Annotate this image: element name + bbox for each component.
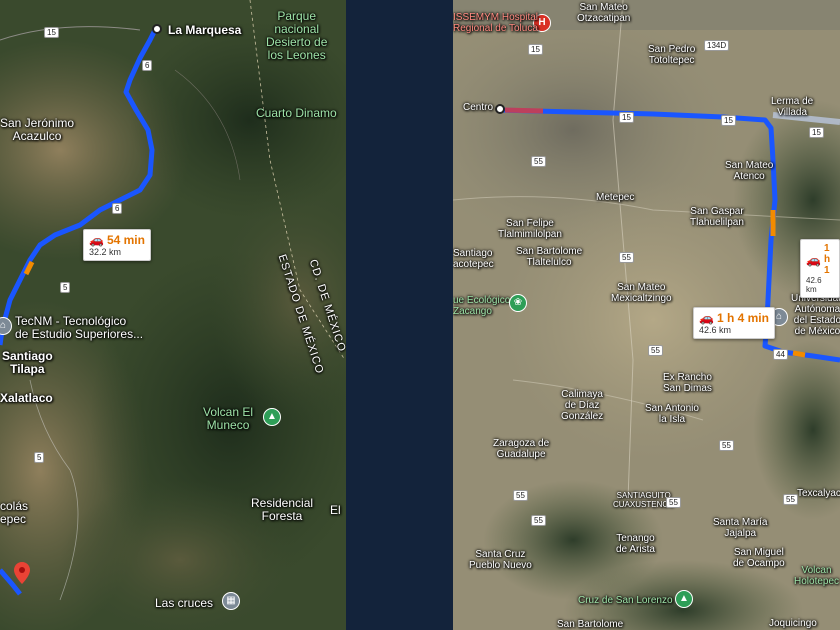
place-centro: Centro xyxy=(463,102,494,113)
place-joquicingo: Joquicingo xyxy=(769,618,817,629)
place-metepec: Metepec xyxy=(596,192,635,203)
road-shield: 5 xyxy=(60,282,71,293)
road-shield: 15 xyxy=(44,27,59,38)
place-san-antonio: San Antonio la Isla xyxy=(645,403,699,425)
place-xalatlaco: Xalatlaco xyxy=(0,391,53,405)
place-colas: colás epec xyxy=(0,499,29,526)
road-shield: 55 xyxy=(531,156,546,167)
car-icon: 🚗 xyxy=(89,233,104,247)
road-shield: 55 xyxy=(719,440,734,451)
alt-route-info-bubble[interactable]: 🚗 1 h 1 42.6 km xyxy=(800,239,840,298)
road-shield: 15 xyxy=(809,127,824,138)
place-san-jeronimo: San Jerónimo Acazulco xyxy=(0,116,75,143)
route-time: 1 h 4 min xyxy=(716,311,769,325)
mountain-icon[interactable]: ▲ xyxy=(675,590,693,608)
place-san-gaspar: San Gaspar Tlahuelilpan xyxy=(690,206,744,228)
place-calimaya: Calimaya de Díaz González xyxy=(561,389,604,422)
road-shield: 134D xyxy=(704,40,730,51)
place-tecnm[interactable]: TecNM - Tecnológico de Estudio Superiore… xyxy=(15,315,143,341)
place-lerma: Lerma de Villada xyxy=(771,96,814,118)
start-marker[interactable] xyxy=(152,24,162,34)
road-shield: 55 xyxy=(619,252,634,263)
road-shield: 5 xyxy=(34,452,45,463)
place-san-bartolome-tlaltelulco: San Bartolome Tlaltelulco xyxy=(516,246,583,268)
place-universidad[interactable]: Universidad Autónoma del Estado de Méxic… xyxy=(791,293,840,337)
place-residencial-foresta: Residencial Foresta xyxy=(251,496,314,523)
place-santa-cruz: Santa Cruz Pueblo Nuevo xyxy=(469,549,532,571)
place-san-mateo-atenco: San Mateo Atenco xyxy=(725,160,774,182)
road-shield: 15 xyxy=(528,44,543,55)
road-shield: 15 xyxy=(619,112,634,123)
place-hospital[interactable]: ISSEMYM Hospital Regional de Toluca xyxy=(453,12,538,34)
place-volcan-muneco: Volcan El Muneco xyxy=(203,405,254,432)
place-santiago-tlacotepec: Santiago acotepec xyxy=(453,248,494,270)
landmark-icon[interactable]: ▦ xyxy=(222,592,240,610)
place-san-felipe: San Felipe Tlalmimilolpan xyxy=(498,218,562,240)
place-el: El xyxy=(330,503,341,517)
road-shield: 55 xyxy=(648,345,663,356)
road-shield: 55 xyxy=(783,494,798,505)
place-zaragoza: Zaragoza de Guadalupe xyxy=(493,438,550,460)
place-santa-maria: Santa María Jajalpa xyxy=(713,517,768,539)
right-map[interactable]: H ISSEMYM Hospital Regional de Toluca Sa… xyxy=(453,0,840,630)
road-shield: 55 xyxy=(513,490,528,501)
divider xyxy=(346,0,453,630)
place-cuarto-dinamo: Cuarto Dinamo xyxy=(256,106,337,120)
road-shield: 44 xyxy=(773,349,788,360)
place-san-bartolome: San Bartolome xyxy=(557,619,624,630)
route-info-bubble[interactable]: 🚗 54 min 32.2 km xyxy=(83,229,151,261)
route-time: 54 min xyxy=(106,233,145,247)
alt-route-distance: 42.6 km xyxy=(806,276,822,294)
route-distance: 42.6 km xyxy=(699,325,732,335)
place-san-mateo-otzacatipan: San Mateo Otzacatipan xyxy=(577,2,631,24)
road-shield: 55 xyxy=(666,497,681,508)
car-icon: 🚗 xyxy=(699,311,714,325)
alt-route-time: 1 h 1 xyxy=(823,243,831,276)
road-shield: 6 xyxy=(112,203,123,214)
destination-pin-icon[interactable] xyxy=(14,562,30,584)
road-shield: 15 xyxy=(721,115,736,126)
mountain-icon[interactable]: ▲ xyxy=(263,408,281,426)
place-cruz-san-lorenzo[interactable]: Cruz de San Lorenzo xyxy=(578,595,673,606)
place-tenango: Tenango de Arista xyxy=(616,533,655,555)
car-icon: 🚗 xyxy=(806,252,821,267)
park-icon[interactable]: ❀ xyxy=(509,294,527,312)
start-marker[interactable] xyxy=(495,104,505,114)
road-shield: 55 xyxy=(531,515,546,526)
place-san-pedro: San Pedro Totoltepec xyxy=(648,44,696,66)
place-ex-rancho: Ex Rancho San Dimas xyxy=(663,372,712,394)
place-volcan-holotepec: Volcan Holotepec xyxy=(794,565,840,587)
place-mexicaltzingo: San Mateo Mexicaltzingo xyxy=(611,282,672,304)
road-shield: 6 xyxy=(142,60,153,71)
place-parque-desierto: Parque nacional Desierto de los Leones xyxy=(266,9,328,62)
place-parque-zacango[interactable]: ue Ecológico Zacango xyxy=(453,295,510,317)
left-map[interactable]: La Marquesa Parque nacional Desierto de … xyxy=(0,0,346,630)
place-las-cruces: Las cruces xyxy=(155,596,214,610)
place-texcalyac: Texcalyac xyxy=(797,488,840,499)
place-santiago-tilapa: Santiago Tilapa xyxy=(2,349,53,376)
route-distance: 32.2 km xyxy=(89,247,122,257)
route-info-bubble[interactable]: 🚗 1 h 4 min 42.6 km xyxy=(693,307,775,339)
place-la-marquesa: La Marquesa xyxy=(168,23,242,37)
place-san-miguel: San Miguel de Ocampo xyxy=(733,547,785,569)
